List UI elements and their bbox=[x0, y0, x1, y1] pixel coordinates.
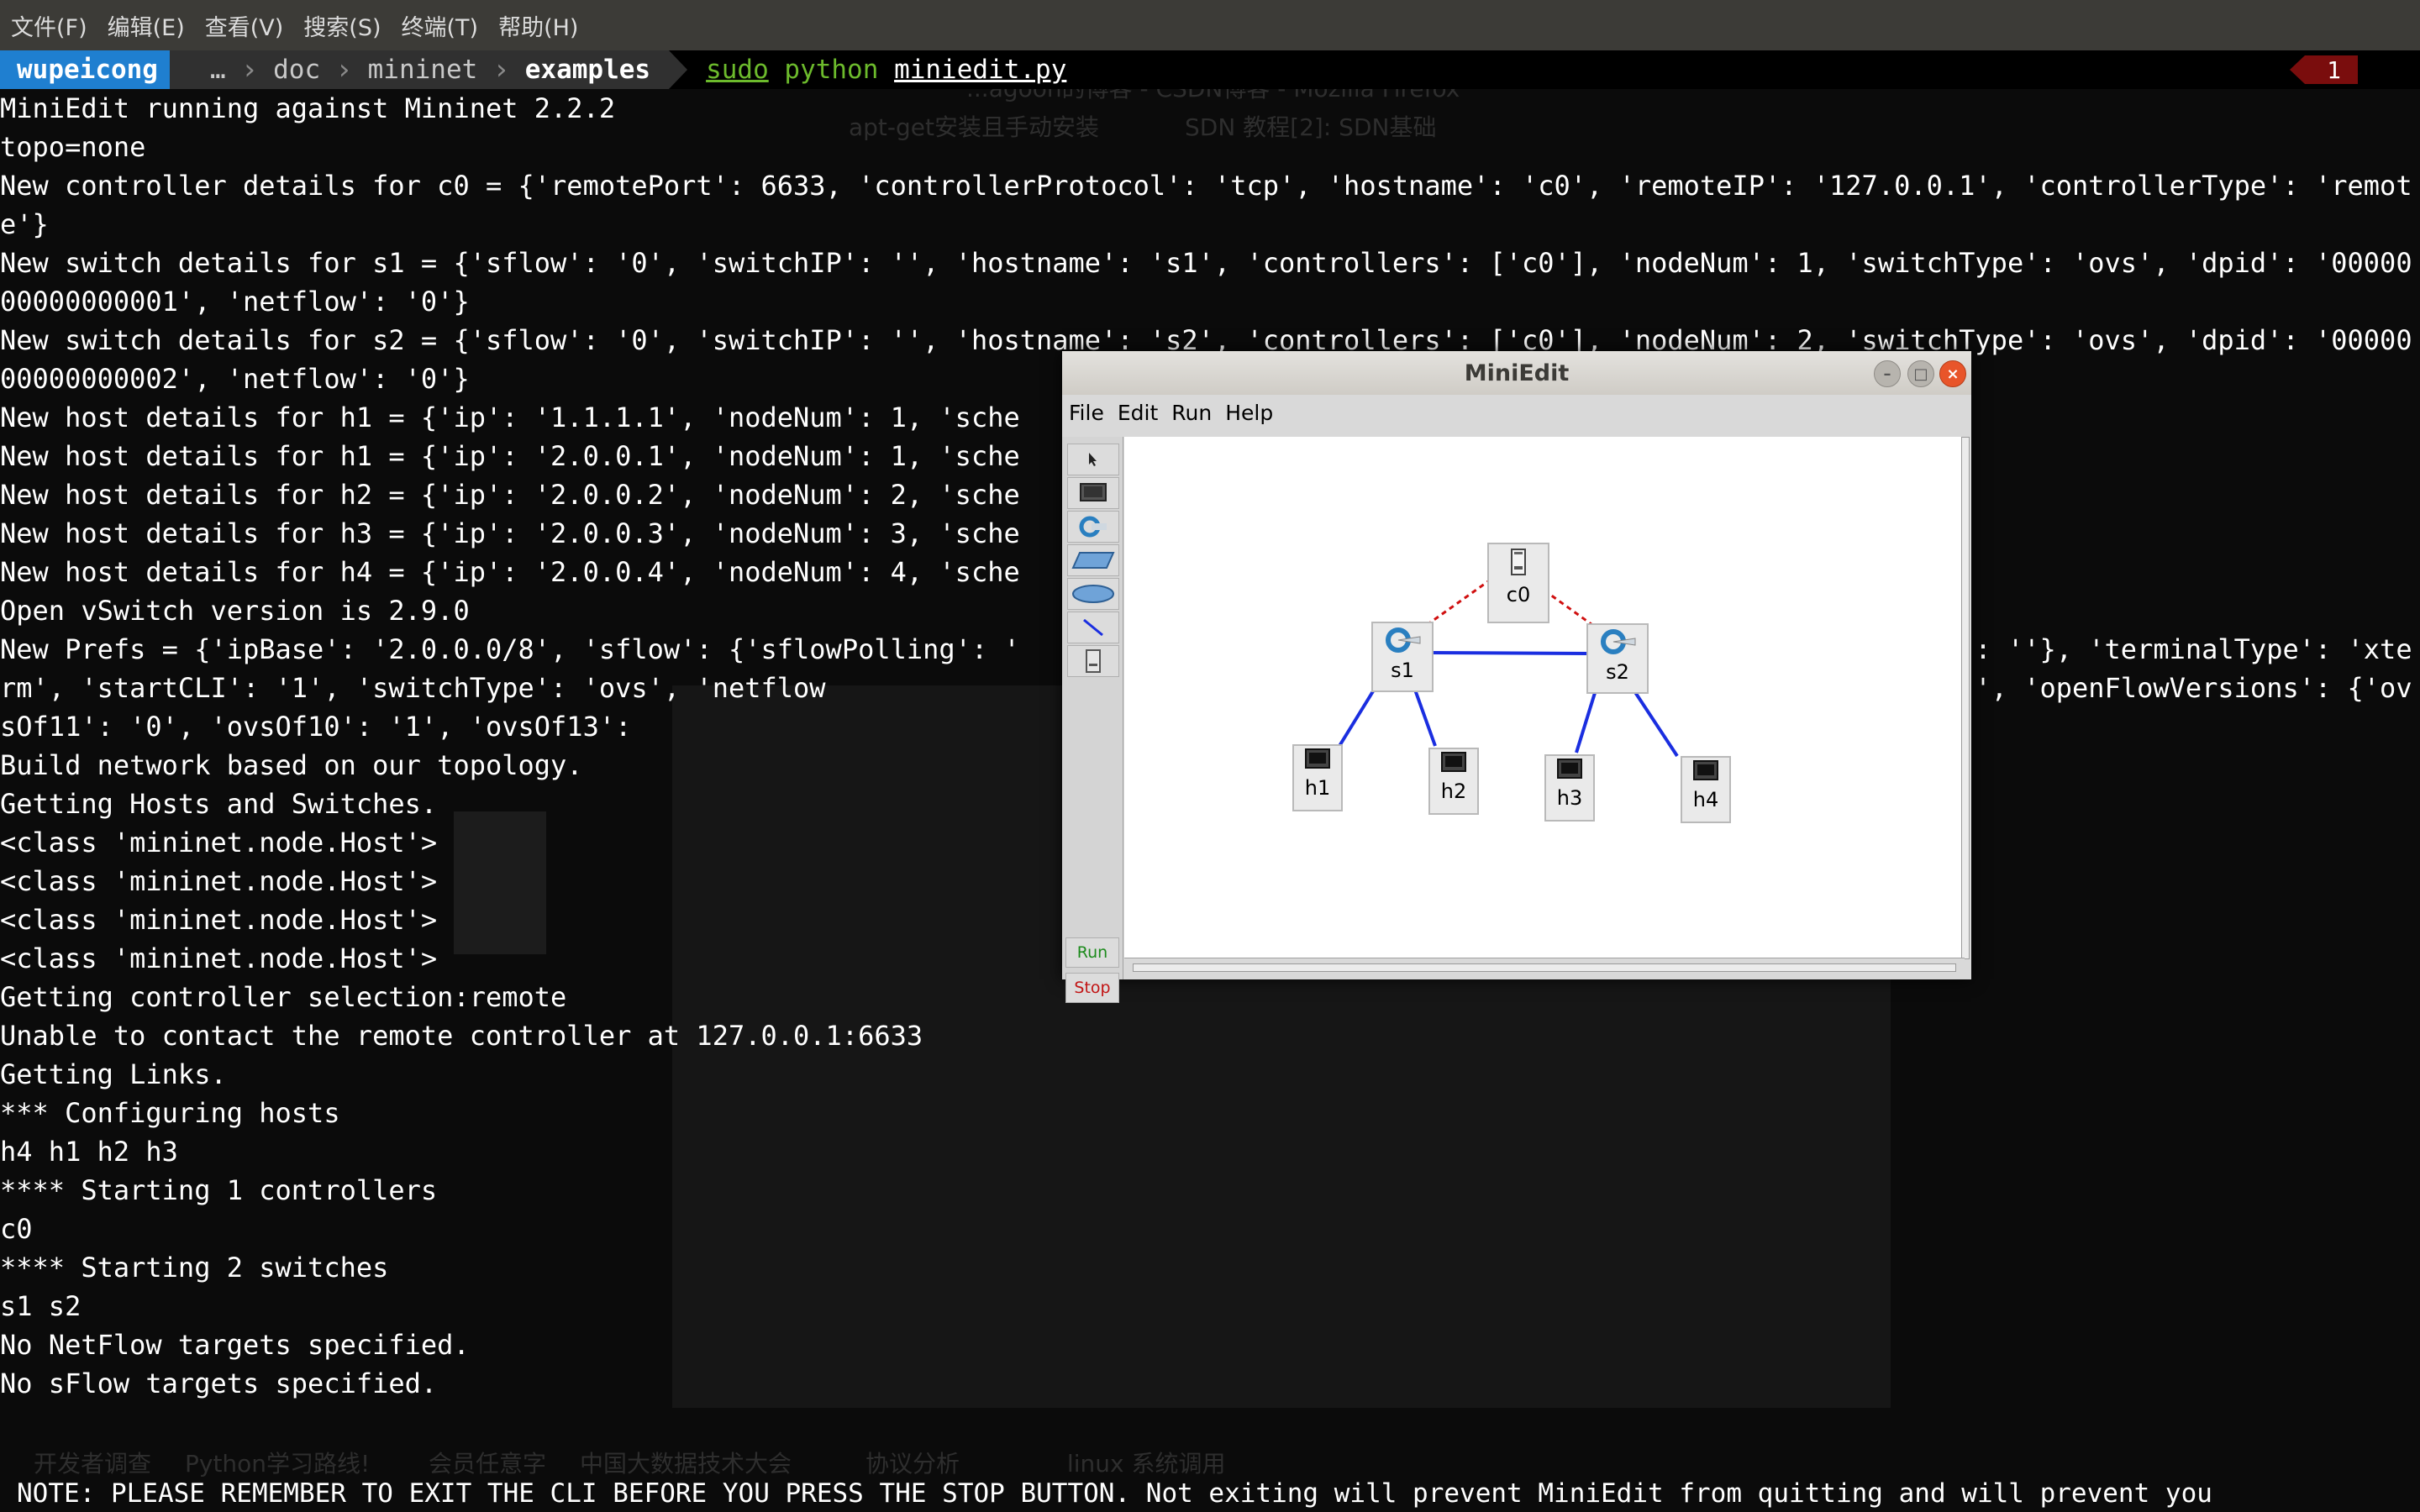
chevron-right-icon: › bbox=[240, 53, 259, 87]
background-footer-link: 中国大数据技术大会 bbox=[580, 1450, 792, 1478]
node-label: h1 bbox=[1304, 776, 1331, 800]
shell-prompt: wupeicong … › doc › mininet › examples s… bbox=[0, 50, 2420, 89]
background-footer-link: linux 系统调用 bbox=[1067, 1450, 1226, 1478]
command-sudo: sudo bbox=[706, 55, 769, 85]
close-icon[interactable]: × bbox=[1939, 360, 1966, 387]
terminal-line: Getting Links. bbox=[0, 1058, 227, 1090]
topology-canvas[interactable]: c0 s1 s2 h1 h2 h3 h4 bbox=[1124, 437, 1965, 958]
node-label: h3 bbox=[1556, 786, 1583, 810]
terminal-line: s1 s2 bbox=[0, 1290, 82, 1322]
command-script: miniedit.py bbox=[894, 55, 1067, 85]
terminal-line: No sFlow targets specified. bbox=[0, 1368, 438, 1399]
terminal-line: New controller details for c0 = {'remote… bbox=[0, 170, 2412, 240]
miniedit-menu-run[interactable]: Run bbox=[1165, 401, 1218, 425]
path-crumb: doc bbox=[273, 55, 321, 85]
control-link-c0-s1[interactable] bbox=[1426, 578, 1491, 627]
select-tool-icon[interactable] bbox=[1067, 444, 1119, 475]
minimize-icon[interactable]: – bbox=[1874, 360, 1901, 387]
node-label: s2 bbox=[1606, 660, 1629, 684]
terminal-line: Getting controller selection:remote bbox=[0, 981, 567, 1013]
path-crumb: … bbox=[209, 55, 226, 85]
miniedit-menu-edit[interactable]: Edit bbox=[1111, 401, 1165, 425]
host-node-h1[interactable]: h1 bbox=[1292, 744, 1343, 811]
miniedit-title: MiniEdit bbox=[1464, 360, 1570, 386]
switch-icon bbox=[1386, 627, 1421, 653]
typed-command: sudo python miniedit.py bbox=[706, 55, 1066, 85]
controller-tool-icon[interactable] bbox=[1067, 645, 1119, 677]
host-icon bbox=[1693, 760, 1718, 780]
terminal-line: h4 h1 h2 h3 bbox=[0, 1136, 178, 1168]
menu-file[interactable]: 文件(F) bbox=[2, 9, 97, 42]
legacy-switch-tool-icon[interactable] bbox=[1067, 544, 1119, 576]
topology-links bbox=[1338, 578, 1679, 758]
host-node-h3[interactable]: h3 bbox=[1544, 754, 1595, 822]
host-icon bbox=[1305, 748, 1330, 769]
prompt-user: wupeicong bbox=[0, 50, 188, 89]
miniedit-titlebar[interactable]: MiniEdit – □ × bbox=[1062, 351, 1971, 396]
terminal-line: No NetFlow targets specified. bbox=[0, 1329, 470, 1361]
menu-terminal[interactable]: 终端(T) bbox=[392, 9, 488, 42]
menu-help[interactable]: 帮助(H) bbox=[489, 9, 587, 42]
host-icon bbox=[1557, 759, 1582, 779]
host-node-h4[interactable]: h4 bbox=[1681, 756, 1731, 823]
command-python: python bbox=[784, 55, 879, 85]
switch-tool-icon[interactable] bbox=[1067, 511, 1119, 543]
miniedit-menu-help[interactable]: Help bbox=[1218, 401, 1280, 425]
background-footer-link: 协议分析 bbox=[865, 1450, 960, 1478]
menu-view[interactable]: 查看(V) bbox=[196, 9, 293, 42]
chevron-right-icon: › bbox=[335, 53, 353, 87]
switch-node-s1[interactable]: s1 bbox=[1371, 622, 1434, 692]
vertical-scrollbar[interactable] bbox=[1961, 437, 1970, 959]
terminal-line: **** Starting 1 controllers bbox=[0, 1174, 438, 1206]
menu-edit[interactable]: 编辑(E) bbox=[98, 9, 194, 42]
background-footer-link: 会员任意字 bbox=[429, 1450, 547, 1478]
node-label: c0 bbox=[1506, 583, 1531, 606]
miniedit-menubar: File Edit Run Help bbox=[1062, 395, 1971, 430]
host-icon bbox=[1441, 752, 1466, 772]
controller-icon bbox=[1511, 549, 1526, 575]
miniedit-window: MiniEdit – □ × File Edit Run Help Run St… bbox=[1062, 351, 1971, 1003]
maximize-icon[interactable]: □ bbox=[1907, 360, 1934, 387]
terminal-line: c0 bbox=[0, 1213, 33, 1245]
path-crumb: mininet bbox=[367, 55, 478, 85]
chevron-right-icon: › bbox=[492, 53, 510, 87]
terminal-line: topo=none bbox=[0, 131, 146, 163]
horizontal-scrollbar[interactable] bbox=[1124, 958, 1965, 975]
terminal-line: New switch details for s1 = {'sflow': '0… bbox=[0, 247, 2412, 318]
terminal-line: Unable to contact the remote controller … bbox=[0, 1020, 923, 1052]
miniedit-menu-file[interactable]: File bbox=[1062, 401, 1111, 425]
terminal-menubar: 文件(F) 编辑(E) 查看(V) 搜索(S) 终端(T) 帮助(H) bbox=[0, 0, 2420, 50]
node-label: h2 bbox=[1440, 780, 1467, 803]
terminal-line: MiniEdit running against Mininet 2.2.2 bbox=[0, 92, 616, 124]
run-button[interactable]: Run bbox=[1065, 937, 1119, 968]
node-label: h4 bbox=[1692, 788, 1719, 811]
menu-search[interactable]: 搜索(S) bbox=[294, 9, 390, 42]
scrollbar-trough[interactable] bbox=[1133, 963, 1956, 972]
switch-icon bbox=[1601, 629, 1636, 654]
host-node-h2[interactable]: h2 bbox=[1428, 748, 1479, 815]
host-tool-icon[interactable] bbox=[1067, 477, 1119, 509]
stop-button[interactable]: Stop bbox=[1065, 973, 1119, 1003]
terminal-bottom-note: NOTE: PLEASE REMEMBER TO EXIT THE CLI BE… bbox=[17, 1478, 2212, 1509]
node-label: s1 bbox=[1391, 659, 1414, 682]
terminal-line: **** Starting 2 switches bbox=[0, 1252, 389, 1284]
controller-node-c0[interactable]: c0 bbox=[1487, 543, 1549, 623]
prompt-path: … › doc › mininet › examples bbox=[169, 50, 688, 89]
background-footer-link: 开发者调查 bbox=[34, 1450, 152, 1478]
legacy-router-tool-icon[interactable] bbox=[1067, 578, 1119, 610]
background-footer-link: Python学习路线! bbox=[185, 1450, 371, 1478]
netlink-tool-icon[interactable] bbox=[1067, 612, 1119, 643]
miniedit-toolbar: Run Stop bbox=[1062, 437, 1123, 1003]
link-s1-s2[interactable] bbox=[1429, 651, 1589, 655]
terminal-line: *** Configuring hosts bbox=[0, 1097, 340, 1129]
switch-node-s2[interactable]: s2 bbox=[1586, 623, 1649, 694]
error-count-badge: 1 bbox=[2290, 55, 2358, 84]
path-crumb-current: examples bbox=[524, 55, 651, 85]
